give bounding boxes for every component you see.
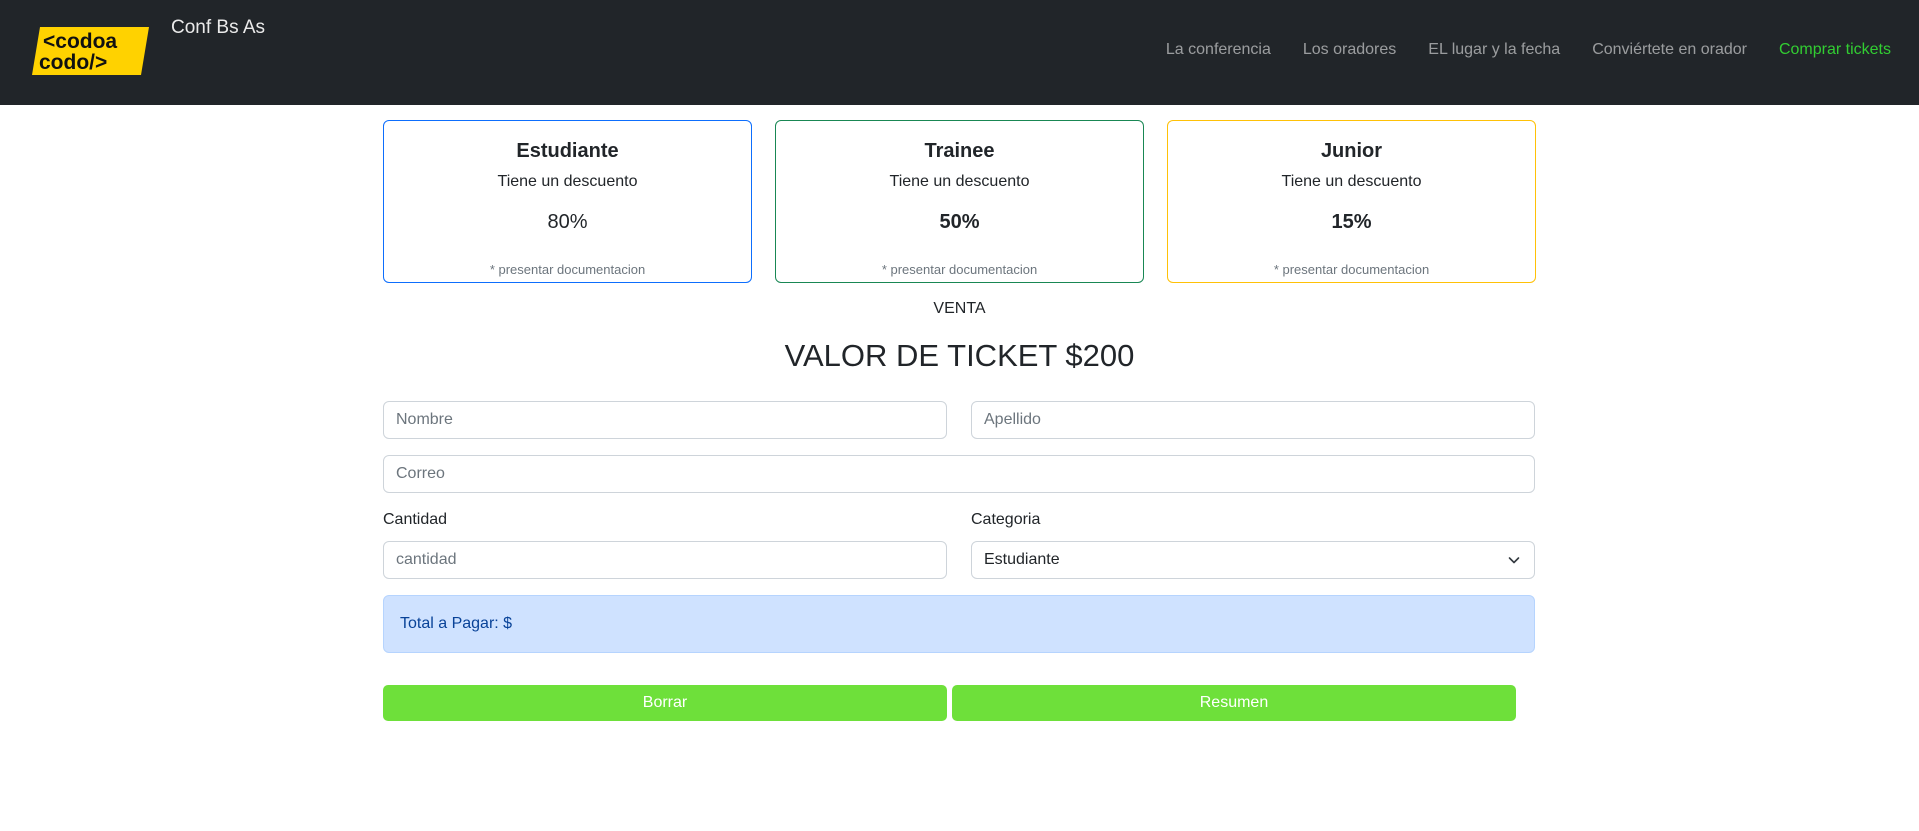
categoria-selected-value: Estudiante (984, 551, 1060, 568)
card-estudiante: Estudiante Tiene un descuento 80% * pres… (383, 120, 752, 283)
total-text: Total a Pagar: $ (400, 615, 513, 632)
logo-text-top: <codoa (43, 30, 117, 53)
nav-links: La conferencia Los oradores EL lugar y l… (1134, 41, 1891, 59)
ticket-price-title: VALOR DE TICKET $200 (784, 338, 1135, 373)
nav-link-comprar-tickets[interactable]: Comprar tickets (1779, 41, 1891, 59)
cantidad-input[interactable] (383, 541, 947, 579)
card-discount: 80% (547, 211, 588, 233)
nav-link-orador[interactable]: Conviértete en orador (1592, 41, 1747, 59)
codoacodo-logo[interactable]: <codoa codo/> (32, 27, 149, 75)
card-trainee: Trainee Tiene un descuento 50% * present… (775, 120, 1144, 283)
apellido-input[interactable] (971, 401, 1535, 439)
card-junior: Junior Tiene un descuento 15% * presenta… (1167, 120, 1536, 283)
nav-link-oradores[interactable]: Los oradores (1303, 41, 1396, 59)
card-title: Estudiante (516, 140, 619, 162)
nombre-input[interactable] (383, 401, 947, 439)
card-discount: 15% (1331, 211, 1372, 233)
nav-link-conferencia[interactable]: La conferencia (1166, 41, 1271, 59)
nav-link-lugar-fecha[interactable]: EL lugar y la fecha (1428, 41, 1560, 59)
logo-text-bottom: codo/> (39, 51, 107, 74)
card-note: * presentar documentacion (489, 262, 646, 277)
card-discount: 50% (939, 211, 980, 233)
navbar: <codoa codo/> Conf Bs As La conferencia … (0, 0, 1919, 105)
brand-name[interactable]: Conf Bs As (171, 17, 265, 39)
card-note: * presentar documentacion (1273, 262, 1430, 277)
chevron-down-icon (1508, 557, 1520, 564)
card-title: Junior (1320, 140, 1383, 162)
sale-heading: VENTA (933, 300, 986, 317)
card-subtitle: Tiene un descuento (1281, 173, 1422, 190)
card-subtitle: Tiene un descuento (497, 173, 638, 190)
total-alert: Total a Pagar: $ (383, 595, 1535, 653)
correo-input[interactable] (383, 455, 1535, 493)
categoria-label: Categoria (971, 511, 1041, 528)
borrar-button[interactable]: Borrar (383, 685, 947, 721)
card-title: Trainee (924, 140, 995, 162)
cantidad-label: Cantidad (383, 511, 448, 528)
categoria-select[interactable]: Estudiante (971, 541, 1535, 579)
card-subtitle: Tiene un descuento (889, 173, 1030, 190)
resumen-button[interactable]: Resumen (952, 685, 1516, 721)
card-note: * presentar documentacion (881, 262, 1038, 277)
